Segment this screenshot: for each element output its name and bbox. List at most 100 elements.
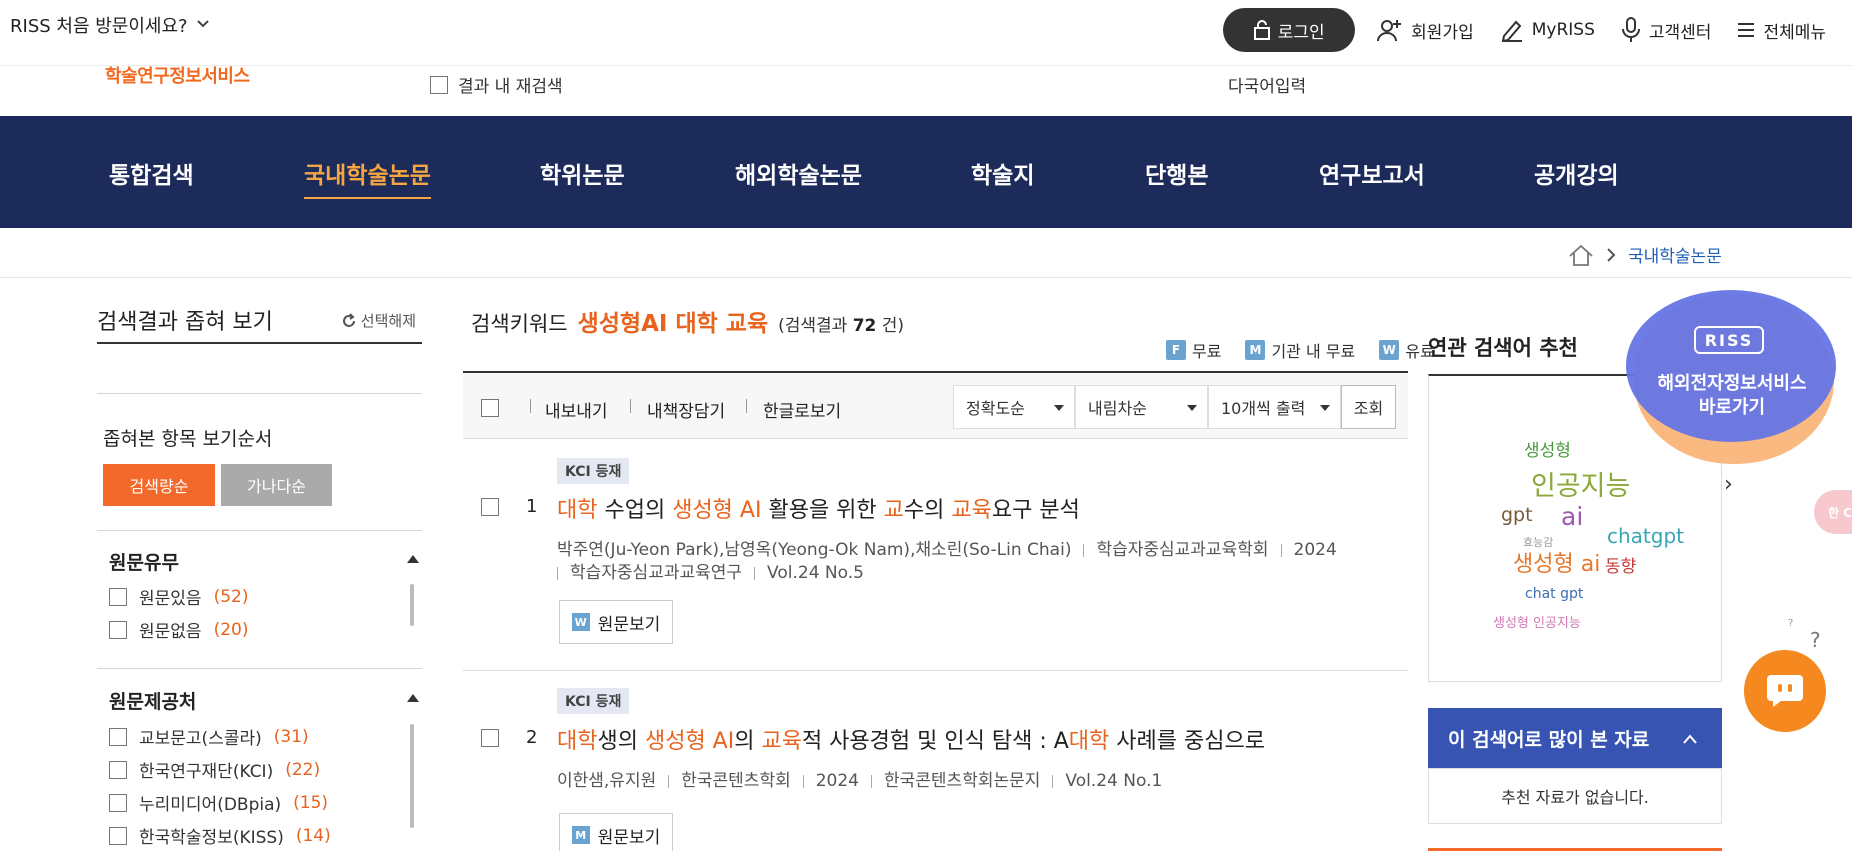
nav-books[interactable]: 단행본	[1145, 156, 1208, 190]
overseas-eservice-banner[interactable]: RISS 해외전자정보서비스 바로가기	[1622, 290, 1852, 470]
login-button[interactable]: 로그인	[1223, 8, 1356, 52]
first-visit-dropdown[interactable]: RISS 처음 방문이세요?	[10, 12, 210, 38]
highlighted-keyword: 대학	[1068, 729, 1110, 754]
nav-reports[interactable]: 연구보고서	[1319, 156, 1425, 190]
result-title[interactable]: 대학 수업의 생성형 AI 활용을 위한 교수의 교육요구 분석	[557, 492, 1080, 524]
nav-open-lectures[interactable]: 공개강의	[1534, 156, 1619, 190]
facet-scrollbar[interactable]	[410, 584, 414, 626]
banner-line-1: 해외전자정보서비스	[1657, 373, 1807, 394]
nav-domestic-papers[interactable]: 국내학술논문	[304, 156, 431, 199]
related-keyword[interactable]: 생성형 인공지능	[1493, 612, 1581, 631]
nav-theses[interactable]: 학위논문	[540, 156, 625, 190]
facet-checkbox[interactable]	[109, 826, 127, 845]
facet-title-fulltext[interactable]: 원문유무	[109, 548, 179, 575]
result-authors[interactable]: 이한샘,유지원	[557, 771, 656, 791]
microphone-icon	[1621, 17, 1640, 42]
result-checkbox[interactable]	[481, 498, 499, 516]
home-icon[interactable]	[1568, 244, 1594, 266]
institution-free-icon: M	[1245, 340, 1266, 360]
view-fulltext-button[interactable]: W 원문보기	[559, 600, 673, 644]
facet-item[interactable]: 누리미디어(DBpia) (15)	[109, 790, 328, 815]
related-keyword[interactable]: gpt	[1501, 504, 1533, 526]
collapse-triangle-icon[interactable]	[407, 694, 419, 702]
breadcrumb-row: 국내학술논문	[0, 228, 1852, 278]
highlighted-keyword: 교육	[951, 498, 992, 523]
result-year: 2024	[815, 771, 859, 791]
facet-checkbox[interactable]	[109, 620, 127, 639]
reset-selection-button[interactable]: 선택해제	[341, 310, 416, 331]
nav-foreign-papers[interactable]: 해외학술논문	[735, 156, 862, 190]
separator	[630, 399, 631, 413]
sort-by-volume-button[interactable]: 검색량순	[103, 464, 215, 506]
myriss-link[interactable]: MyRISS	[1500, 18, 1595, 42]
help-icon[interactable]: ?	[1810, 628, 1821, 652]
breadcrumb-current[interactable]: 국내학술논문	[1628, 242, 1722, 267]
lookup-button[interactable]: 조회	[1341, 385, 1396, 429]
related-keyword[interactable]: chat gpt	[1525, 586, 1583, 602]
help-small-icon: ?	[1788, 618, 1794, 629]
related-keyword[interactable]: 인공지능	[1531, 464, 1630, 503]
facet-checkbox[interactable]	[109, 760, 127, 779]
facet-item-label: 교보문고(스콜라)	[139, 729, 262, 749]
nav-integrated-search[interactable]: 통합검색	[109, 156, 194, 190]
related-keyword[interactable]: 생성형 ai	[1513, 546, 1600, 578]
related-keyword[interactable]: chatgpt	[1607, 524, 1684, 548]
facet-item-count: (22)	[285, 759, 321, 780]
search-keyword: 생성형AI 대학 교육	[577, 311, 769, 337]
facet-item-count: (31)	[273, 726, 309, 747]
related-keyword[interactable]: 생성형	[1524, 436, 1571, 461]
facet-item[interactable]: 한국연구재단(KCI) (22)	[109, 757, 320, 782]
result-volume[interactable]: Vol.24 No.1	[1065, 771, 1162, 791]
most-viewed-header[interactable]: 이 검색어로 많이 본 자료	[1428, 708, 1722, 768]
related-keyword[interactable]: ai	[1561, 502, 1583, 531]
result-title[interactable]: 대학생의 생성형 AI의 교육적 사용경험 및 인식 탐색 : A대학 사례를 …	[557, 723, 1265, 755]
related-keyword[interactable]: 동향	[1605, 552, 1636, 577]
facet-item[interactable]: 원문있음 (52)	[109, 584, 248, 609]
result-authors[interactable]: 박주연(Ju-Yeon Park),남영옥(Yeong-Ok Nam),채소린(…	[557, 540, 1071, 560]
facet-item[interactable]: 한국학술정보(KISS) (14)	[109, 823, 331, 848]
export-button[interactable]: 내보내기	[545, 397, 608, 422]
result-count-prefix: (검색결과	[778, 316, 848, 336]
highlighted-keyword: 생성형 AI	[644, 729, 735, 754]
order-select[interactable]: 내림차순	[1075, 385, 1208, 429]
facet-item[interactable]: 원문없음 (20)	[109, 617, 248, 642]
sort-alphabetical-button[interactable]: 가나다순	[221, 464, 332, 506]
breadcrumb: 국내학술논문	[1568, 242, 1722, 267]
result-volume[interactable]: Vol.24 No.5	[767, 563, 864, 583]
sort-select[interactable]: 정확도순	[953, 385, 1075, 429]
facet-checkbox[interactable]	[109, 727, 127, 746]
signup-link[interactable]: 회원가입	[1377, 18, 1474, 43]
recheck-checkbox[interactable]	[430, 75, 448, 94]
result-publisher[interactable]: 학습자중심교과교육학회	[1096, 540, 1268, 560]
result-checkbox[interactable]	[481, 729, 499, 747]
support-link[interactable]: 고객센터	[1621, 17, 1711, 43]
all-menu-link[interactable]: 전체메뉴	[1737, 18, 1826, 43]
refresh-icon	[342, 312, 355, 327]
select-all-checkbox[interactable]	[481, 399, 499, 417]
facet-checkbox[interactable]	[109, 793, 127, 812]
view-in-korean-button[interactable]: 한글로보기	[763, 397, 841, 422]
chevron-right-icon[interactable]: ›	[1724, 472, 1733, 497]
result-journal[interactable]: 학습자중심교과교육연구	[570, 563, 742, 583]
logo-subtitle: 학술연구정보서비스	[105, 66, 250, 87]
collapse-triangle-icon[interactable]	[407, 555, 419, 563]
result-journal[interactable]: 한국콘텐츠학회논문지	[884, 771, 1040, 791]
dropdown-arrow-icon	[1320, 405, 1330, 411]
chevron-up-icon[interactable]	[1682, 726, 1698, 750]
dropdown-arrow-icon	[1187, 405, 1197, 411]
multilang-input-link[interactable]: 다국어입력	[1228, 72, 1306, 97]
kci-badge: KCI 등재	[557, 458, 630, 484]
nav-journals[interactable]: 학술지	[971, 156, 1034, 190]
facet-title-provider[interactable]: 원문제공처	[109, 687, 196, 714]
result-count: (검색결과 72 건)	[778, 311, 904, 336]
facet-item[interactable]: 교보문고(스콜라) (31)	[109, 724, 309, 749]
per-page-select[interactable]: 10개씩 출력	[1208, 385, 1341, 429]
save-to-shelf-button[interactable]: 내책장담기	[647, 397, 725, 422]
chat-button[interactable]	[1744, 650, 1826, 732]
facet-checkbox[interactable]	[109, 587, 127, 606]
view-fulltext-button[interactable]: M 원문보기	[559, 813, 673, 851]
result-publisher[interactable]: 한국콘텐츠학회	[681, 771, 790, 791]
facet-scrollbar[interactable]	[410, 724, 414, 828]
side-tab[interactable]: 한 CA	[1814, 490, 1852, 534]
recheck-option[interactable]: 결과 내 재검색	[430, 72, 563, 97]
